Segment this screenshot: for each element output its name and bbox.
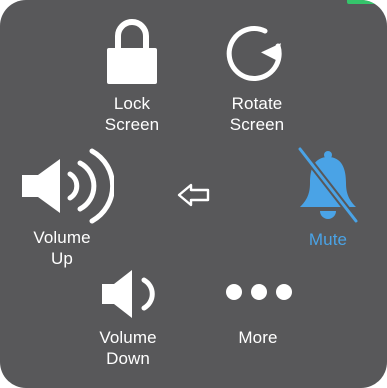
assistive-touch-panel: Lock Screen Rotate Screen Volume Up Mute… — [0, 0, 387, 388]
lock-icon — [107, 19, 157, 84]
volume-down-label-line1: Volume — [99, 328, 157, 347]
lock-screen-label-line2: Screen — [104, 115, 160, 134]
mute-label: Mute — [278, 229, 378, 250]
rotate-icon — [226, 26, 282, 81]
bell-slash-icon — [296, 145, 360, 225]
rotate-screen-label: Rotate Screen — [207, 93, 307, 135]
lock-screen-label-line1: Lock — [113, 94, 151, 113]
volume-up-label-line1: Volume — [33, 228, 91, 247]
more-label: More — [208, 327, 308, 348]
lock-screen-label: Lock Screen — [82, 93, 182, 135]
back-arrow-icon[interactable] — [177, 183, 211, 207]
lock-screen-button[interactable]: Lock Screen — [82, 18, 182, 138]
more-button[interactable]: More — [208, 270, 308, 360]
speaker-loud-icon — [22, 148, 114, 224]
volume-down-label-line2: Down — [106, 349, 150, 368]
ellipsis-icon — [226, 284, 292, 300]
status-strip — [347, 0, 387, 4]
more-label-line1: More — [238, 328, 278, 347]
mute-label-line1: Mute — [308, 230, 348, 249]
rotate-screen-label-line1: Rotate — [231, 94, 283, 113]
rotate-screen-label-line2: Screen — [229, 115, 285, 134]
mute-button[interactable]: Mute — [278, 145, 378, 255]
volume-down-button[interactable]: Volume Down — [78, 262, 178, 382]
speaker-soft-icon — [102, 270, 155, 318]
rotate-screen-button[interactable]: Rotate Screen — [207, 18, 307, 138]
volume-up-label-line2: Up — [51, 249, 73, 268]
volume-down-label: Volume Down — [78, 327, 178, 369]
volume-up-button[interactable]: Volume Up — [14, 145, 114, 270]
